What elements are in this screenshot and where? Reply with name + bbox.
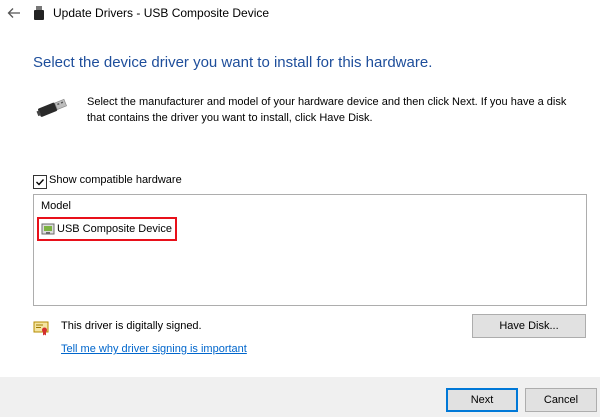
back-arrow-icon[interactable]	[5, 4, 23, 22]
model-item-label: USB Composite Device	[57, 223, 172, 235]
signing-status-text: This driver is digitally signed.	[61, 320, 202, 332]
have-disk-button[interactable]: Have Disk...	[472, 314, 586, 338]
page-heading: Select the device driver you want to ins…	[33, 54, 433, 71]
instruction-text: Select the manufacturer and model of you…	[87, 96, 567, 124]
model-list-item[interactable]: USB Composite Device	[37, 217, 177, 241]
driver-signing-link[interactable]: Tell me why driver signing is important	[61, 343, 247, 355]
next-button[interactable]: Next	[446, 388, 518, 412]
model-column-header: Model	[41, 200, 71, 212]
compatible-hardware-checkbox[interactable]	[33, 175, 47, 189]
certificate-icon	[33, 320, 49, 336]
cancel-button[interactable]: Cancel	[525, 388, 597, 412]
compatible-hardware-label[interactable]: Show compatible hardware	[49, 174, 182, 186]
model-list[interactable]: Model USB Composite Device	[33, 194, 587, 306]
usb-plug-icon	[36, 96, 70, 118]
window-title: Update Drivers - USB Composite Device	[53, 6, 270, 20]
usb-device-icon	[34, 6, 44, 20]
device-driver-icon	[41, 222, 55, 236]
